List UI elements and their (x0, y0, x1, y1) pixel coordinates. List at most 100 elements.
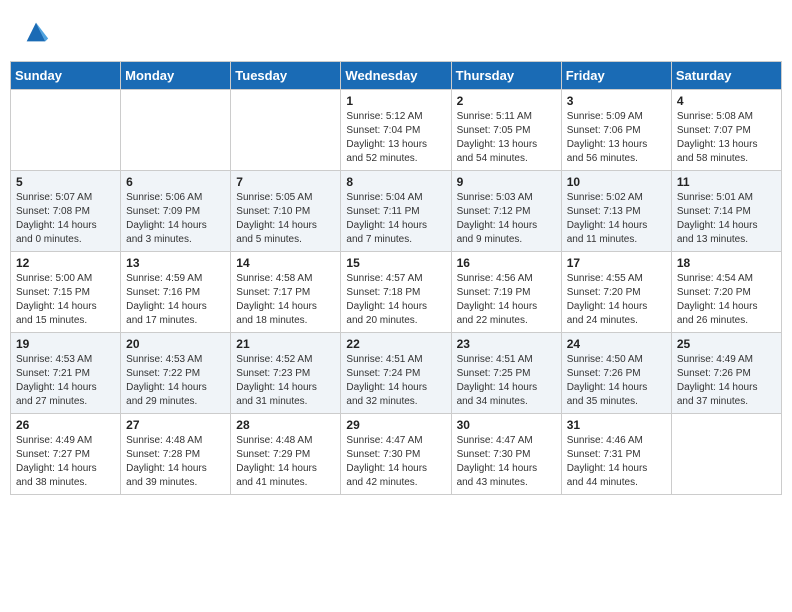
calendar-cell: 12 Sunrise: 5:00 AM Sunset: 7:15 PM Dayli… (11, 252, 121, 333)
day-of-week-header: Friday (561, 62, 671, 90)
calendar-cell: 6 Sunrise: 5:06 AM Sunset: 7:09 PM Daylig… (121, 171, 231, 252)
calendar-cell: 28 Sunrise: 4:48 AM Sunset: 7:29 PM Dayli… (231, 414, 341, 495)
calendar-cell: 3 Sunrise: 5:09 AM Sunset: 7:06 PM Daylig… (561, 90, 671, 171)
day-number: 13 (126, 256, 225, 270)
day-number: 25 (677, 337, 776, 351)
day-info: Sunrise: 5:05 AM Sunset: 7:10 PM Dayligh… (236, 191, 335, 247)
calendar-table: SundayMondayTuesdayWednesdayThursdayFrid… (10, 61, 782, 495)
day-number: 19 (16, 337, 115, 351)
day-number: 23 (457, 337, 556, 351)
day-info: Sunrise: 4:59 AM Sunset: 7:16 PM Dayligh… (126, 272, 225, 328)
day-number: 29 (346, 418, 445, 432)
day-info: Sunrise: 4:48 AM Sunset: 7:29 PM Dayligh… (236, 434, 335, 490)
day-number: 21 (236, 337, 335, 351)
calendar-cell: 18Sunrise: 4:54 AM Sunset: 7:20 PM Dayli… (671, 252, 781, 333)
calendar-body: 1 Sunrise: 5:12 AM Sunset: 7:04 PM Daylig… (11, 90, 782, 495)
day-info: Sunrise: 5:07 AM Sunset: 7:08 PM Dayligh… (16, 191, 115, 247)
day-number: 4 (677, 94, 776, 108)
calendar-cell: 14 Sunrise: 4:58 AM Sunset: 7:17 PM Dayli… (231, 252, 341, 333)
day-number: 9 (457, 175, 556, 189)
day-number: 7 (236, 175, 335, 189)
calendar-week-row: 5 Sunrise: 5:07 AM Sunset: 7:08 PM Daylig… (11, 171, 782, 252)
day-number: 18 (677, 256, 776, 270)
day-of-week-header: Wednesday (341, 62, 451, 90)
calendar-cell: 4 Sunrise: 5:08 AM Sunset: 7:07 PM Daylig… (671, 90, 781, 171)
day-info: Sunrise: 4:49 AM Sunset: 7:27 PM Dayligh… (16, 434, 115, 490)
calendar-cell: 7 Sunrise: 5:05 AM Sunset: 7:10 PM Daylig… (231, 171, 341, 252)
calendar-cell: 31Sunrise: 4:46 AM Sunset: 7:31 PM Dayli… (561, 414, 671, 495)
day-info: Sunrise: 5:04 AM Sunset: 7:11 PM Dayligh… (346, 191, 445, 247)
calendar-cell: 11 Sunrise: 5:01 AM Sunset: 7:14 PM Dayli… (671, 171, 781, 252)
calendar-cell: 8Sunrise: 5:04 AM Sunset: 7:11 PM Daylig… (341, 171, 451, 252)
day-info: Sunrise: 4:48 AM Sunset: 7:28 PM Dayligh… (126, 434, 225, 490)
calendar-cell: 10 Sunrise: 5:02 AM Sunset: 7:13 PM Dayli… (561, 171, 671, 252)
calendar-cell (671, 414, 781, 495)
calendar-cell: 20 Sunrise: 4:53 AM Sunset: 7:22 PM Dayli… (121, 333, 231, 414)
calendar-cell: 24 Sunrise: 4:50 AM Sunset: 7:26 PM Dayli… (561, 333, 671, 414)
calendar-cell: 25 Sunrise: 4:49 AM Sunset: 7:26 PM Dayli… (671, 333, 781, 414)
day-number: 10 (567, 175, 666, 189)
day-info: Sunrise: 5:00 AM Sunset: 7:15 PM Dayligh… (16, 272, 115, 328)
day-number: 16 (457, 256, 556, 270)
calendar-week-row: 12 Sunrise: 5:00 AM Sunset: 7:15 PM Dayli… (11, 252, 782, 333)
day-info: Sunrise: 5:08 AM Sunset: 7:07 PM Dayligh… (677, 110, 776, 166)
day-info: Sunrise: 4:53 AM Sunset: 7:22 PM Dayligh… (126, 353, 225, 409)
day-number: 5 (16, 175, 115, 189)
day-of-week-header: Saturday (671, 62, 781, 90)
day-number: 30 (457, 418, 556, 432)
calendar-week-row: 19 Sunrise: 4:53 AM Sunset: 7:21 PM Dayli… (11, 333, 782, 414)
day-info: Sunrise: 4:50 AM Sunset: 7:26 PM Dayligh… (567, 353, 666, 409)
day-info: Sunrise: 5:12 AM Sunset: 7:04 PM Dayligh… (346, 110, 445, 166)
day-number: 17 (567, 256, 666, 270)
day-number: 31 (567, 418, 666, 432)
calendar-cell: 19 Sunrise: 4:53 AM Sunset: 7:21 PM Dayli… (11, 333, 121, 414)
logo (20, 18, 50, 51)
day-number: 6 (126, 175, 225, 189)
calendar-cell: 1 Sunrise: 5:12 AM Sunset: 7:04 PM Daylig… (341, 90, 451, 171)
day-info: Sunrise: 4:51 AM Sunset: 7:25 PM Dayligh… (457, 353, 556, 409)
calendar-cell: 30 Sunrise: 4:47 AM Sunset: 7:30 PM Dayli… (451, 414, 561, 495)
day-number: 22 (346, 337, 445, 351)
day-info: Sunrise: 5:03 AM Sunset: 7:12 PM Dayligh… (457, 191, 556, 247)
calendar-cell: 29 Sunrise: 4:47 AM Sunset: 7:30 PM Dayli… (341, 414, 451, 495)
days-of-week-row: SundayMondayTuesdayWednesdayThursdayFrid… (11, 62, 782, 90)
day-number: 3 (567, 94, 666, 108)
day-of-week-header: Thursday (451, 62, 561, 90)
calendar-cell: 2Sunrise: 5:11 AM Sunset: 7:05 PM Daylig… (451, 90, 561, 171)
day-info: Sunrise: 4:49 AM Sunset: 7:26 PM Dayligh… (677, 353, 776, 409)
calendar-cell: 15 Sunrise: 4:57 AM Sunset: 7:18 PM Dayli… (341, 252, 451, 333)
day-info: Sunrise: 4:47 AM Sunset: 7:30 PM Dayligh… (457, 434, 556, 490)
calendar-week-row: 1 Sunrise: 5:12 AM Sunset: 7:04 PM Daylig… (11, 90, 782, 171)
calendar-cell: 23 Sunrise: 4:51 AM Sunset: 7:25 PM Dayli… (451, 333, 561, 414)
day-number: 1 (346, 94, 445, 108)
day-number: 24 (567, 337, 666, 351)
day-number: 28 (236, 418, 335, 432)
calendar-cell: 26Sunrise: 4:49 AM Sunset: 7:27 PM Dayli… (11, 414, 121, 495)
day-info: Sunrise: 5:06 AM Sunset: 7:09 PM Dayligh… (126, 191, 225, 247)
calendar-cell: 16Sunrise: 4:56 AM Sunset: 7:19 PM Dayli… (451, 252, 561, 333)
day-info: Sunrise: 4:51 AM Sunset: 7:24 PM Dayligh… (346, 353, 445, 409)
page-header (10, 10, 782, 57)
day-info: Sunrise: 4:58 AM Sunset: 7:17 PM Dayligh… (236, 272, 335, 328)
day-info: Sunrise: 4:57 AM Sunset: 7:18 PM Dayligh… (346, 272, 445, 328)
day-info: Sunrise: 5:09 AM Sunset: 7:06 PM Dayligh… (567, 110, 666, 166)
logo-text (20, 18, 50, 51)
day-info: Sunrise: 4:47 AM Sunset: 7:30 PM Dayligh… (346, 434, 445, 490)
day-number: 2 (457, 94, 556, 108)
calendar-week-row: 26Sunrise: 4:49 AM Sunset: 7:27 PM Dayli… (11, 414, 782, 495)
calendar-cell: 22 Sunrise: 4:51 AM Sunset: 7:24 PM Dayli… (341, 333, 451, 414)
calendar-cell (231, 90, 341, 171)
calendar-cell: 21 Sunrise: 4:52 AM Sunset: 7:23 PM Dayli… (231, 333, 341, 414)
day-number: 20 (126, 337, 225, 351)
day-info: Sunrise: 4:53 AM Sunset: 7:21 PM Dayligh… (16, 353, 115, 409)
calendar-cell: 13 Sunrise: 4:59 AM Sunset: 7:16 PM Dayli… (121, 252, 231, 333)
calendar-cell: 27Sunrise: 4:48 AM Sunset: 7:28 PM Dayli… (121, 414, 231, 495)
day-info: Sunrise: 4:52 AM Sunset: 7:23 PM Dayligh… (236, 353, 335, 409)
day-info: Sunrise: 5:02 AM Sunset: 7:13 PM Dayligh… (567, 191, 666, 247)
day-number: 11 (677, 175, 776, 189)
logo-icon (22, 18, 50, 46)
day-number: 15 (346, 256, 445, 270)
day-number: 12 (16, 256, 115, 270)
day-number: 14 (236, 256, 335, 270)
day-info: Sunrise: 5:01 AM Sunset: 7:14 PM Dayligh… (677, 191, 776, 247)
